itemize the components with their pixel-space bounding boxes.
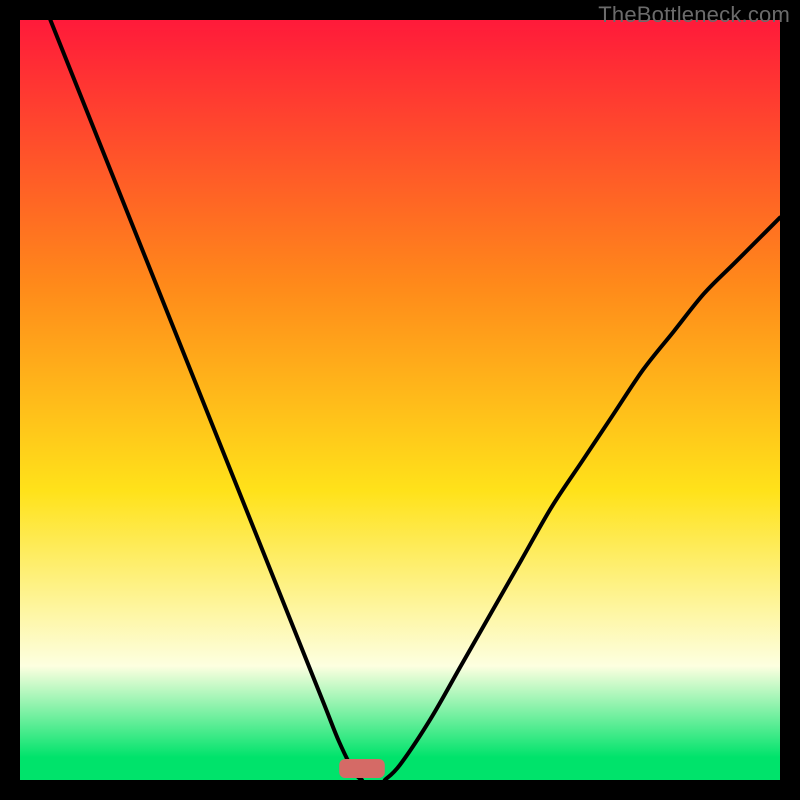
watermark-text: TheBottleneck.com	[598, 2, 790, 28]
bottleneck-marker	[339, 759, 385, 778]
chart-frame	[20, 20, 780, 780]
gradient-background	[20, 20, 780, 780]
bottleneck-chart	[20, 20, 780, 780]
